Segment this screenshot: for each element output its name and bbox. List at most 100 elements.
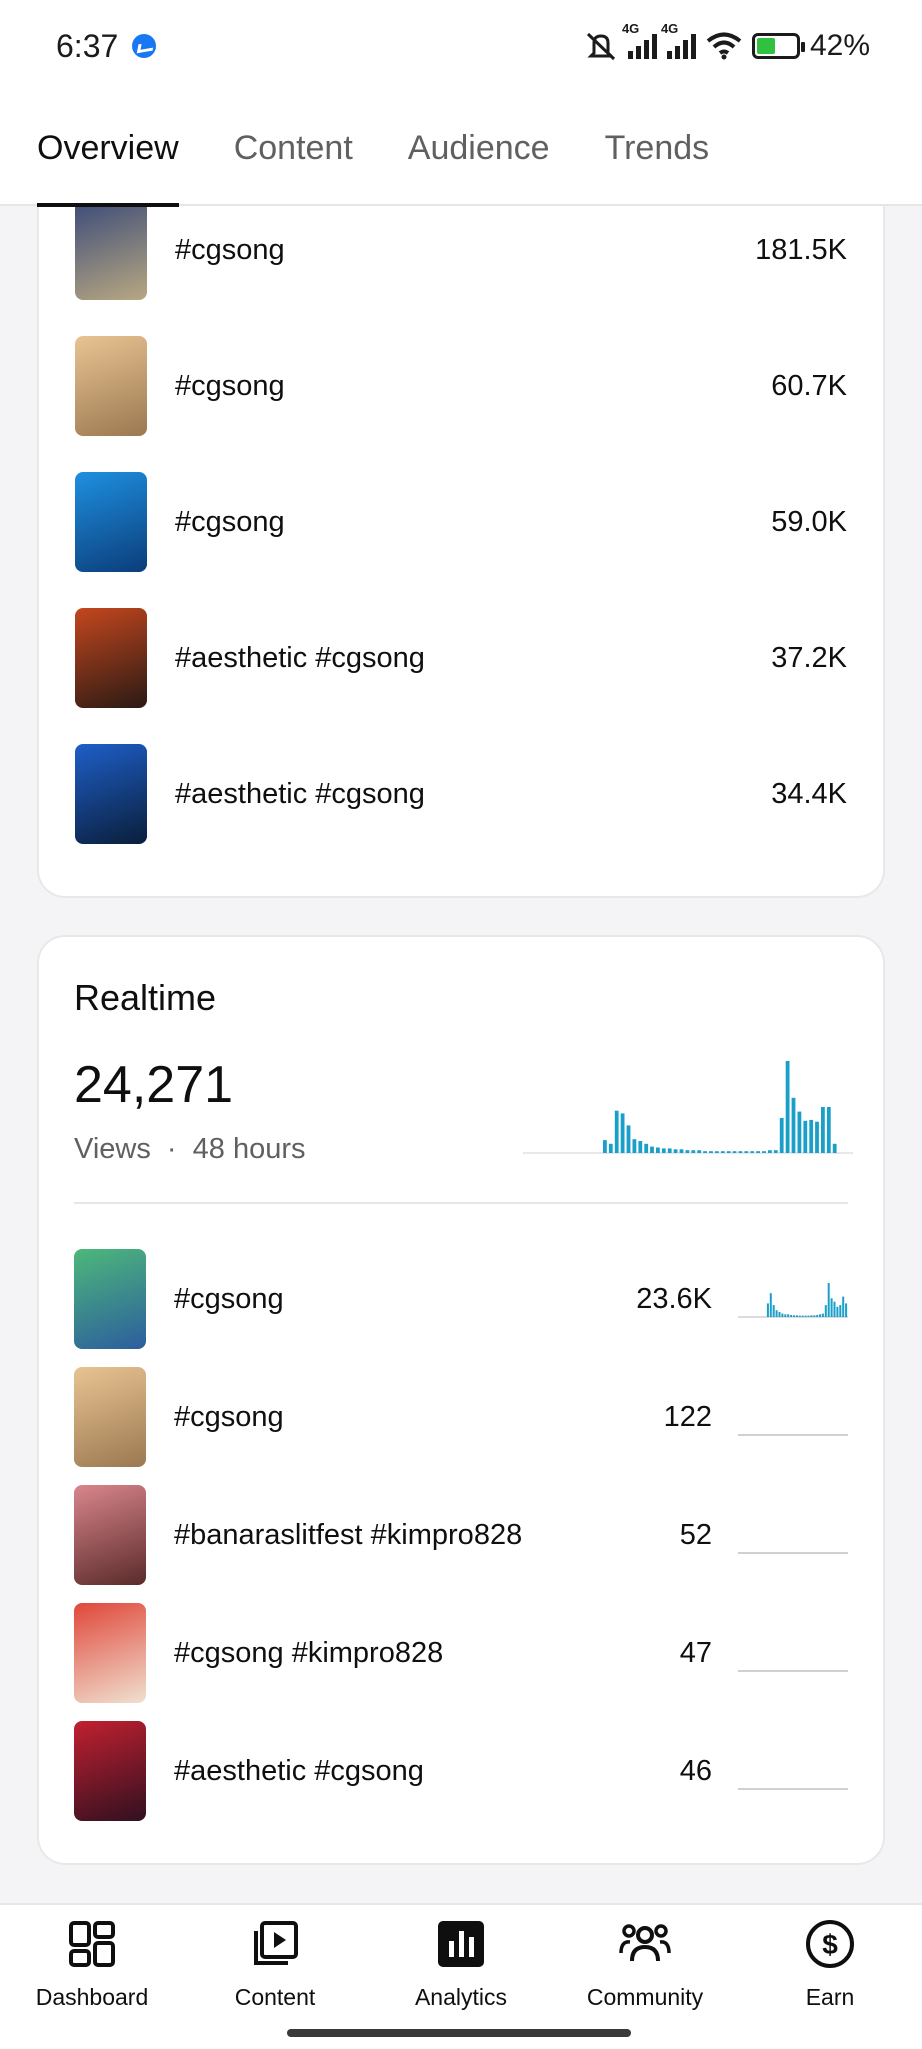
chart-bar — [603, 1140, 607, 1153]
chart-bar — [832, 1143, 837, 1153]
chart-bar — [785, 1061, 790, 1153]
chart-bar — [791, 1097, 796, 1153]
chart-bar — [656, 1147, 660, 1153]
chart-bar — [815, 1121, 819, 1153]
sparkline-bar — [821, 1313, 824, 1317]
signal-4g-icon: 4G — [622, 21, 657, 59]
tab-trends[interactable]: Trends — [605, 91, 710, 205]
video-thumbnail — [75, 472, 147, 572]
period-label: 48 hours — [192, 1133, 306, 1165]
nav-earn[interactable]: $ Earn — [755, 1917, 905, 2011]
realtime-title: Realtime — [74, 977, 217, 1018]
video-title: #cgsong — [174, 1400, 284, 1433]
status-bar: 6:37 4G 4G 42% — [0, 0, 922, 92]
tab-audience[interactable]: Audience — [408, 91, 550, 205]
sparkline-bar — [807, 1315, 810, 1317]
video-thumbnail — [74, 1249, 146, 1349]
video-views: 60.7K — [771, 369, 847, 402]
caption-separator: · — [166, 1133, 177, 1165]
sparkline-bar — [801, 1315, 804, 1317]
table-row[interactable]: #cgsong 122 — [74, 1367, 848, 1467]
nav-content[interactable]: Content — [200, 1917, 350, 2011]
chart-bar — [661, 1148, 666, 1153]
table-row[interactable]: #cgsong 23.6K — [74, 1249, 848, 1349]
tab-content[interactable]: Content — [234, 91, 353, 205]
nav-community[interactable]: Community — [570, 1917, 720, 2011]
video-title: #cgsong #kimpro828 — [174, 1636, 444, 1669]
sparkline-chart — [738, 1283, 848, 1318]
sparkline-bar — [830, 1298, 833, 1317]
nav-label: Dashboard — [35, 1984, 149, 2010]
realtime-views-count: 24,271 — [74, 1056, 234, 1114]
list-item[interactable]: #cgsong 181.5K — [75, 200, 847, 300]
sparkline-bar — [784, 1314, 787, 1317]
video-thumbnail — [75, 744, 147, 844]
table-row[interactable]: #cgsong #kimpro828 47 — [74, 1603, 848, 1703]
video-title: #cgsong — [175, 369, 285, 402]
chart-bar — [809, 1119, 814, 1153]
tab-overview[interactable]: Overview — [37, 91, 179, 207]
chart-bar — [715, 1151, 719, 1153]
nav-dashboard[interactable]: Dashboard — [17, 1917, 167, 2011]
sparkline-bar — [781, 1313, 784, 1317]
svg-text:$: $ — [822, 1929, 838, 1960]
chart-bar — [667, 1148, 672, 1153]
bottom-navigation: Dashboard Content Analytics Community $ … — [0, 1903, 922, 2049]
content-icon — [254, 1921, 298, 1965]
sparkline-bar — [795, 1315, 798, 1317]
chart-bar — [773, 1150, 778, 1153]
wifi-icon — [706, 32, 742, 60]
sparkline-bar — [787, 1314, 790, 1317]
realtime-card[interactable]: Realtime 24,271 Views · 48 hours #cgsong… — [37, 935, 885, 1865]
realtime-bar-chart — [523, 1061, 853, 1154]
chart-bar — [762, 1151, 766, 1153]
sparkline-bar — [793, 1315, 795, 1317]
chart-bar — [608, 1143, 613, 1153]
views-label: Views — [74, 1133, 151, 1165]
nav-analytics[interactable]: Analytics — [386, 1917, 536, 2011]
earn-icon: $ — [806, 1920, 854, 1968]
video-title: #aesthetic #cgsong — [175, 641, 425, 674]
video-title: #cgsong — [174, 1282, 284, 1315]
video-thumbnail — [74, 1485, 146, 1585]
chart-bar — [644, 1143, 649, 1153]
sparkline-chart — [738, 1552, 848, 1554]
analytics-icon — [438, 1921, 484, 1967]
chart-bar — [638, 1141, 643, 1153]
sparkline-bar — [842, 1296, 845, 1317]
video-thumbnail — [75, 200, 147, 300]
video-thumbnail — [75, 336, 147, 436]
sparkline-bar — [778, 1311, 781, 1317]
video-title: #aesthetic #cgsong — [175, 777, 425, 810]
sparkline-bar — [772, 1305, 775, 1317]
video-views: 34.4K — [771, 777, 847, 810]
chart-bar — [756, 1151, 760, 1153]
chart-bar — [685, 1150, 690, 1153]
video-views: 59.0K — [771, 505, 847, 538]
chart-bar — [826, 1107, 831, 1153]
chart-bar — [691, 1150, 696, 1153]
nav-label: Content — [234, 1984, 316, 2010]
home-indicator[interactable] — [287, 2029, 631, 2037]
sparkline-chart — [738, 1434, 848, 1436]
chart-bar — [803, 1120, 808, 1153]
sparkline-bar — [798, 1315, 801, 1317]
nav-label: Earn — [805, 1984, 855, 2010]
video-views: 37.2K — [771, 641, 847, 674]
table-row[interactable]: #banaraslitfest #kimpro828 52 — [74, 1485, 848, 1585]
list-item[interactable]: #cgsong 60.7K — [75, 336, 847, 436]
chart-bar — [626, 1125, 631, 1153]
nav-label: Analytics — [414, 1984, 508, 2010]
sparkline-bar — [816, 1315, 819, 1317]
list-item[interactable]: #aesthetic #cgsong 34.4K — [75, 744, 847, 844]
table-row[interactable]: #aesthetic #cgsong 46 — [74, 1721, 848, 1821]
chart-bar — [620, 1113, 625, 1153]
sparkline-bar — [766, 1303, 769, 1317]
list-item[interactable]: #aesthetic #cgsong 37.2K — [75, 608, 847, 708]
chart-bar — [779, 1118, 784, 1153]
video-title: #banaraslitfest #kimpro828 — [174, 1518, 523, 1551]
chart-bar — [614, 1110, 619, 1153]
list-item[interactable]: #cgsong 59.0K — [75, 472, 847, 572]
chart-bar — [679, 1149, 684, 1153]
video-thumbnail — [75, 608, 147, 708]
